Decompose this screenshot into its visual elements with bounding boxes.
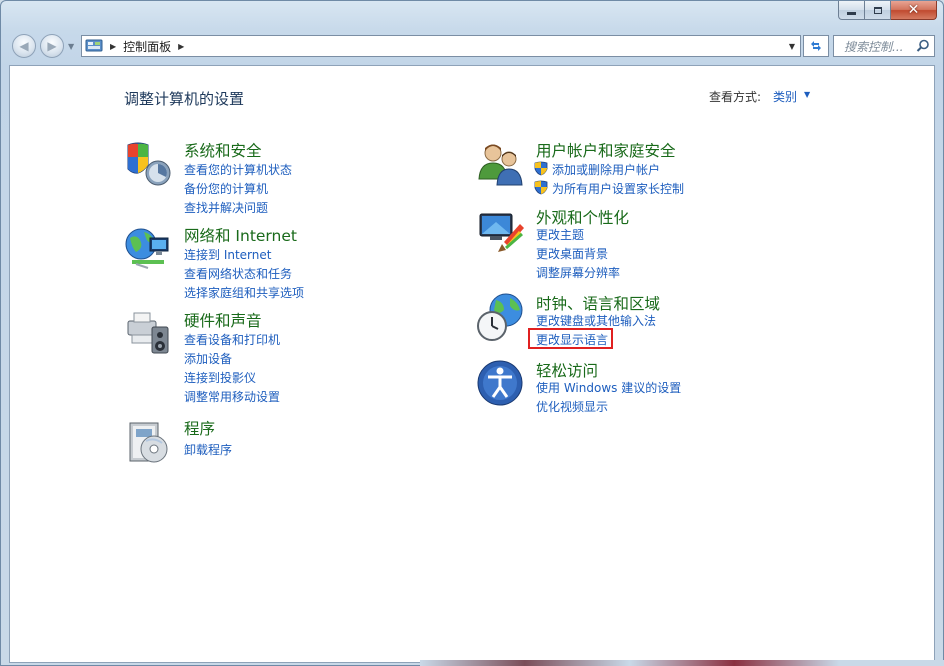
category-title-user-accounts[interactable]: 用户帐户和家庭安全 — [536, 139, 676, 161]
content-pane: 调整计算机的设置 查看方式: 类别 ▼ 系统和安全 查看您的计算机状态 备份您的… — [9, 65, 935, 663]
recent-pages-dropdown[interactable]: ▼ — [68, 42, 74, 51]
window-frame: ✕ ◀ ▶ ▼ ▶ 控制面板 ▶ ▼ 搜索控制... 调整计算机的设置 查看方式… — [0, 0, 944, 666]
search-icon[interactable] — [916, 39, 930, 53]
link-view-computer-status[interactable]: 查看您的计算机状态 — [184, 161, 292, 178]
taskbar-edge — [420, 660, 944, 666]
page-title: 调整计算机的设置 — [124, 90, 245, 108]
address-bar[interactable]: ▶ 控制面板 ▶ ▼ — [81, 35, 801, 57]
link-mobility-settings[interactable]: 调整常用移动设置 — [184, 388, 280, 405]
link-troubleshoot[interactable]: 查找并解决问题 — [184, 199, 268, 216]
view-by-dropdown[interactable]: 类别 — [773, 88, 797, 105]
refresh-icon — [811, 41, 821, 51]
minimize-icon — [847, 11, 856, 15]
link-change-keyboard-input[interactable]: 更改键盘或其他输入法 — [536, 312, 656, 329]
uac-shield-icon — [534, 161, 548, 176]
link-windows-recommended-settings[interactable]: 使用 Windows 建议的设置 — [536, 379, 681, 396]
user-accounts-icon — [478, 144, 523, 186]
breadcrumb-control-panel[interactable]: 控制面板 — [123, 38, 171, 55]
category-title-clock-language[interactable]: 时钟、语言和区域 — [536, 292, 660, 314]
system-security-icon — [127, 142, 171, 186]
close-button[interactable]: ✕ — [891, 1, 937, 20]
control-panel-icon — [85, 39, 103, 52]
search-input[interactable]: 搜索控制... — [833, 35, 935, 57]
link-connect-internet[interactable]: 连接到 Internet — [184, 246, 271, 263]
close-icon: ✕ — [907, 2, 920, 18]
programs-icon — [129, 422, 168, 463]
category-title-appearance[interactable]: 外观和个性化 — [536, 206, 629, 228]
category-title-programs[interactable]: 程序 — [184, 417, 215, 439]
link-backup-computer[interactable]: 备份您的计算机 — [184, 180, 268, 197]
link-parental-controls[interactable]: 为所有用户设置家长控制 — [552, 180, 684, 197]
ease-of-access-icon — [477, 360, 523, 406]
maximize-icon — [873, 6, 882, 14]
chevron-down-icon[interactable]: ▼ — [804, 90, 810, 99]
appearance-icon — [479, 213, 524, 252]
back-button[interactable]: ◀ — [12, 34, 36, 58]
category-title-hardware-sound[interactable]: 硬件和声音 — [184, 309, 262, 331]
highlight-box — [528, 328, 613, 349]
clock-language-icon — [477, 293, 523, 341]
link-change-theme[interactable]: 更改主题 — [536, 226, 584, 243]
breadcrumb-separator-icon[interactable]: ▶ — [110, 42, 116, 51]
link-add-device[interactable]: 添加设备 — [184, 350, 232, 367]
forward-button[interactable]: ▶ — [40, 34, 64, 58]
link-uninstall-program[interactable]: 卸载程序 — [184, 441, 232, 458]
refresh-button[interactable] — [803, 35, 829, 57]
maximize-button[interactable] — [865, 1, 891, 20]
search-placeholder: 搜索控制... — [844, 39, 904, 54]
link-adjust-resolution[interactable]: 调整屏幕分辨率 — [536, 264, 620, 281]
category-title-system-security[interactable]: 系统和安全 — [184, 139, 262, 161]
link-devices-printers[interactable]: 查看设备和打印机 — [184, 331, 280, 348]
breadcrumb-separator-icon[interactable]: ▶ — [178, 42, 184, 51]
category-title-ease-of-access[interactable]: 轻松访问 — [536, 359, 598, 381]
view-by-label: 查看方式: — [709, 90, 762, 104]
network-icon — [125, 228, 169, 269]
minimize-button[interactable] — [838, 1, 865, 20]
arrow-left-icon: ◀ — [19, 39, 29, 53]
link-optimize-video-display[interactable]: 优化视频显示 — [536, 398, 608, 415]
category-title-network-internet[interactable]: 网络和 Internet — [184, 224, 297, 246]
link-network-status[interactable]: 查看网络状态和任务 — [184, 265, 292, 282]
link-homegroup-sharing[interactable]: 选择家庭组和共享选项 — [184, 284, 304, 301]
address-dropdown-icon[interactable]: ▼ — [789, 42, 795, 51]
arrow-right-icon: ▶ — [47, 39, 57, 53]
link-add-remove-accounts[interactable]: 添加或删除用户帐户 — [552, 161, 660, 178]
link-change-desktop-background[interactable]: 更改桌面背景 — [536, 245, 608, 262]
caption-buttons: ✕ — [838, 1, 937, 22]
link-connect-projector[interactable]: 连接到投影仪 — [184, 369, 256, 386]
hardware-sound-icon — [127, 312, 169, 354]
uac-shield-icon — [534, 180, 548, 195]
